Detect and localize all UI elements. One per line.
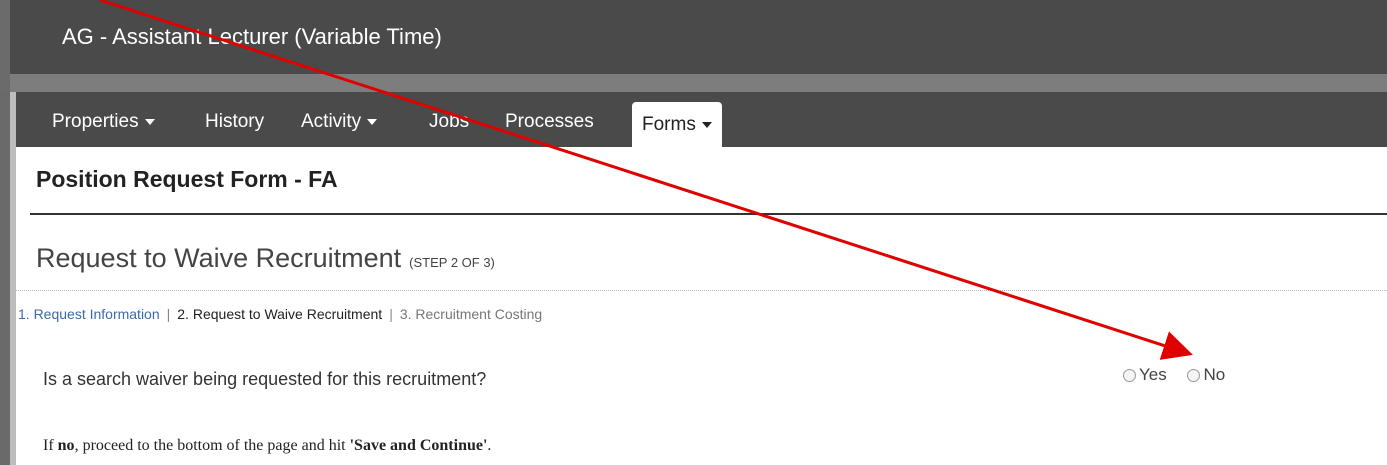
form-title: Position Request Form - FA [36, 166, 338, 192]
step-link-request-information[interactable]: 1. Request Information [18, 306, 160, 322]
note-middle: , proceed to the bottom of the page and … [74, 437, 350, 454]
tab-label: Jobs [429, 111, 470, 132]
tab-activity[interactable]: Activity [301, 111, 378, 133]
step-separator: | [166, 306, 171, 322]
title-gap-bar [0, 74, 1387, 92]
step-breadcrumb: 1. Request Information | 2. Request to Wai… [18, 306, 542, 322]
tab-processes[interactable]: Processes [505, 111, 594, 133]
tab-jobs[interactable]: Jobs [429, 111, 469, 133]
caret-down-icon [367, 118, 378, 125]
title-divider [30, 213, 1387, 215]
radio-no[interactable]: No [1187, 365, 1225, 385]
section-divider [16, 290, 1387, 291]
tab-history[interactable]: History [205, 111, 264, 133]
radio-yes[interactable]: Yes [1123, 365, 1167, 385]
radio-button-icon[interactable] [1187, 368, 1201, 382]
step-separator: | [389, 306, 393, 322]
radio-yes-label: Yes [1139, 365, 1167, 384]
note-bold-no: no [57, 437, 75, 454]
waiver-radio-group: Yes No [1123, 365, 1241, 387]
tab-properties[interactable]: Properties [52, 111, 155, 133]
tab-forms[interactable]: Forms [632, 102, 722, 147]
waiver-question: Is a search waiver being requested for t… [43, 369, 487, 389]
step-recruitment-costing: 3. Recruitment Costing [399, 306, 543, 322]
tab-label: Processes [505, 111, 594, 132]
note-prefix: If [43, 437, 58, 454]
window-title-bar: AG - Assistant Lecturer (Variable Time) [0, 0, 1387, 74]
caret-down-icon [701, 121, 712, 128]
side-rail-inner [10, 92, 16, 465]
tab-label: History [205, 111, 265, 132]
caret-down-icon [144, 118, 155, 125]
tab-label: Properties [52, 111, 139, 132]
note-bold-action: 'Save and Continue' [349, 437, 488, 454]
section-title-text: Request to Waive Recruitment [36, 243, 402, 273]
step-indicator: (STEP 2 OF 3) [409, 255, 495, 270]
note-suffix: . [487, 437, 492, 454]
window-title: AG - Assistant Lecturer (Variable Time) [62, 24, 442, 49]
step-current-request-to-waive: 2. Request to Waive Recruitment [177, 306, 383, 322]
side-rail [0, 92, 10, 465]
tab-label: Forms [642, 114, 696, 135]
section-title: Request to Waive Recruitment (STEP 2 OF 3… [36, 243, 495, 274]
tab-label: Activity [301, 111, 362, 132]
radio-button-icon[interactable] [1123, 368, 1136, 382]
instruction-note: If no, proceed to the bottom of the page… [43, 437, 491, 455]
radio-no-label: No [1203, 365, 1226, 384]
tab-nav-bar: Properties History Activity Jobs Process… [16, 92, 1387, 147]
